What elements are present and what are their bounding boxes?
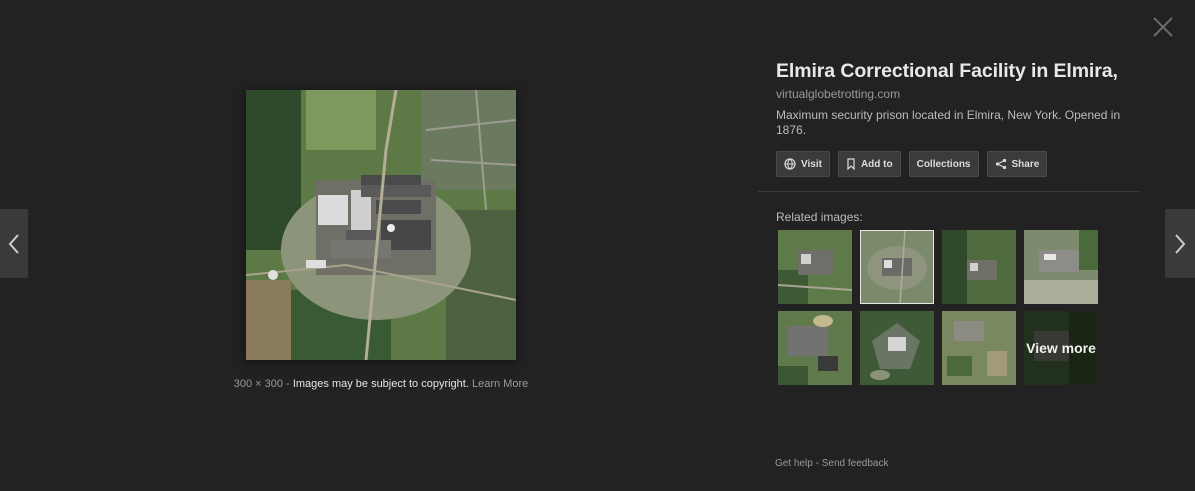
add-to-button[interactable]: Add to bbox=[837, 151, 901, 177]
image-title[interactable]: Elmira Correctional Facility in Elmira, … bbox=[776, 60, 1121, 83]
share-icon bbox=[995, 158, 1006, 170]
visit-button[interactable]: Visit bbox=[776, 151, 830, 177]
source-domain-link[interactable]: virtualglobetrotting.com bbox=[776, 87, 1136, 101]
related-image-thumb[interactable] bbox=[860, 311, 934, 385]
footer-separator: - bbox=[815, 458, 819, 469]
related-image-thumb[interactable] bbox=[778, 230, 852, 304]
globe-icon bbox=[784, 158, 796, 170]
action-buttons: Visit Add to Collections Share bbox=[776, 151, 1136, 177]
caption-separator: - bbox=[286, 378, 290, 390]
close-button[interactable] bbox=[1151, 15, 1175, 39]
image-description: Maximum security prison located in Elmir… bbox=[776, 108, 1121, 137]
image-info-panel: Elmira Correctional Facility in Elmira, … bbox=[776, 60, 1136, 177]
related-image-thumb[interactable] bbox=[860, 230, 934, 304]
next-image-button[interactable] bbox=[1165, 209, 1195, 278]
send-feedback-link[interactable]: Send feedback bbox=[822, 458, 889, 469]
related-image-thumb[interactable] bbox=[778, 311, 852, 385]
collections-label: Collections bbox=[916, 158, 971, 170]
share-label: Share bbox=[1011, 158, 1040, 170]
close-icon bbox=[1153, 17, 1173, 37]
related-image-thumb[interactable] bbox=[942, 230, 1016, 304]
related-image-thumb[interactable] bbox=[1024, 230, 1098, 304]
view-more-button[interactable]: View more bbox=[1024, 311, 1098, 385]
related-images-grid: View more bbox=[778, 230, 1098, 385]
panel-divider bbox=[758, 191, 1140, 192]
previous-image-button[interactable] bbox=[0, 209, 28, 278]
chevron-left-icon bbox=[8, 233, 19, 254]
share-button[interactable]: Share bbox=[986, 151, 1048, 177]
bookmark-icon bbox=[847, 158, 855, 170]
related-image-thumb[interactable] bbox=[942, 311, 1016, 385]
related-images-label: Related images: bbox=[776, 210, 863, 224]
main-image[interactable] bbox=[246, 90, 516, 360]
copyright-notice: Images may be subject to copyright. bbox=[292, 378, 469, 390]
learn-more-link[interactable]: Learn More bbox=[472, 378, 528, 390]
get-help-link[interactable]: Get help bbox=[775, 458, 813, 469]
footer-links: Get help - Send feedback bbox=[775, 458, 888, 469]
add-to-label: Add to bbox=[860, 158, 893, 170]
chevron-right-icon bbox=[1175, 233, 1186, 254]
collections-button[interactable]: Collections bbox=[908, 151, 979, 177]
image-caption: 300 × 300 - Images may be subject to cop… bbox=[0, 378, 762, 390]
visit-label: Visit bbox=[801, 158, 822, 170]
image-dimensions: 300 × 300 bbox=[233, 378, 284, 390]
view-more-label: View more bbox=[1024, 311, 1098, 385]
